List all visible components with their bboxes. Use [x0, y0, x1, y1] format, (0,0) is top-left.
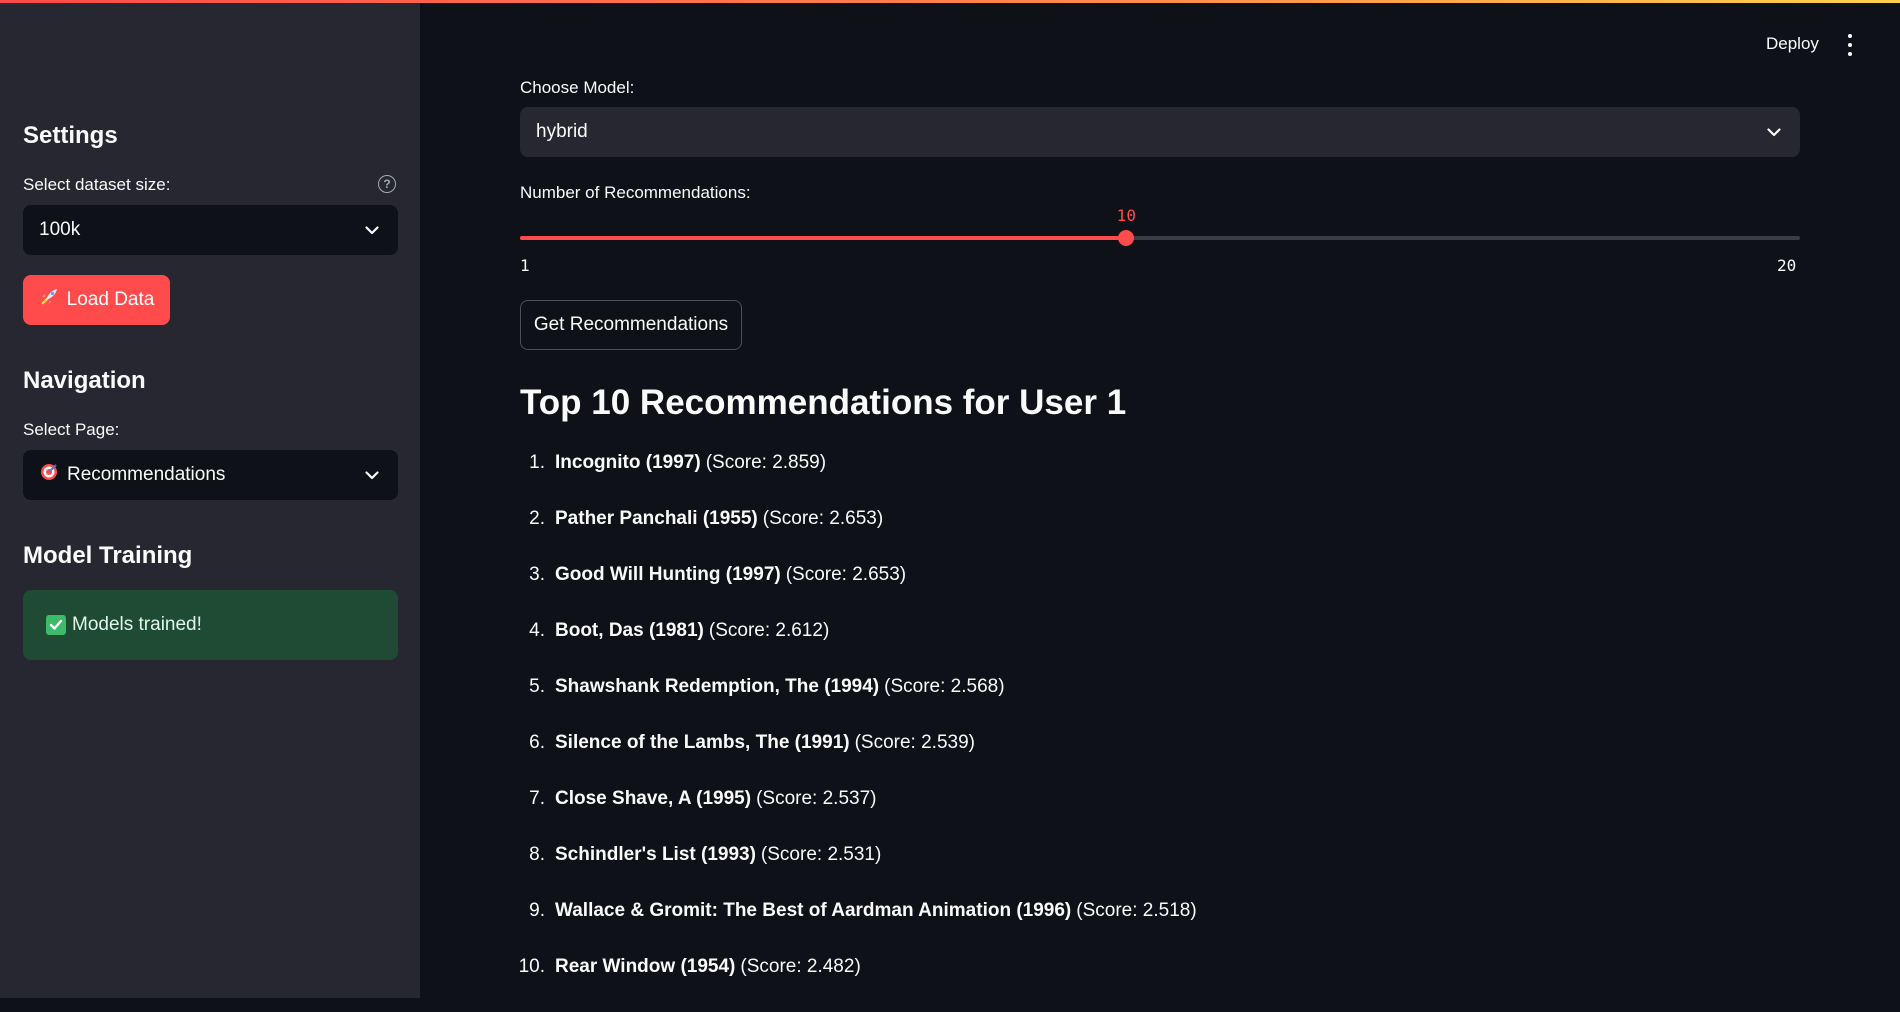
slider-min-label: 1 [520, 256, 530, 275]
model-training-heading: Model Training [23, 542, 193, 569]
list-item-number: 5. [529, 676, 545, 697]
movie-title: Close Shave, A (1995) [555, 788, 752, 809]
list-item: 6. Silence of the Lambs, The (1991) (Score… [510, 732, 1710, 788]
list-item-number: 3. [529, 564, 545, 585]
top-accent-bar [0, 0, 1900, 3]
recommendations-list: 1. Incognito (1997) (Score: 2.859) 2. Pather… [510, 452, 1710, 1012]
movie-score: (Score: 2.568) [884, 676, 1005, 697]
movie-score: (Score: 2.518) [1076, 900, 1197, 921]
list-item: 9. Wallace & Gromit: The Best of Aardman … [510, 900, 1710, 956]
movie-score: (Score: 2.531) [760, 844, 882, 865]
list-item: 5. Shawshank Redemption, The (1994) (Score… [510, 676, 1710, 732]
list-item: 3. Good Will Hunting (1997) (Score: 2.653) [510, 564, 1710, 620]
check-box-icon [46, 615, 66, 635]
chevron-down-icon [362, 220, 382, 240]
movie-score: (Score: 2.539) [854, 732, 975, 753]
choose-model-label: Choose Model: [520, 78, 635, 97]
list-item-number: 6. [529, 732, 545, 753]
slider-max-label: 20 [1777, 256, 1797, 275]
chevron-down-icon [1764, 122, 1784, 142]
list-item: 2. Pather Panchali (1955) (Score: 2.653) [510, 508, 1710, 564]
movie-title: Rear Window (1954) [555, 956, 736, 977]
list-item: 4. Boot, Das (1981) (Score: 2.612) [510, 620, 1710, 676]
movie-title: Silence of the Lambs, The (1991) [555, 732, 850, 753]
success-message: Models trained! [72, 614, 202, 635]
movie-score: (Score: 2.859) [705, 452, 827, 473]
list-item: 10. Rear Window (1954) (Score: 2.482) [510, 956, 1710, 1012]
results-title: Top 10 Recommendations for User 1 [520, 383, 1127, 422]
deploy-button[interactable]: Deploy [1766, 34, 1819, 54]
choose-model-select[interactable]: hybrid [520, 107, 1800, 157]
list-item: 7. Close Shave, A (1995) (Score: 2.537) [510, 788, 1710, 844]
movie-title: Pather Panchali (1955) [555, 508, 758, 529]
movie-score: (Score: 2.482) [740, 956, 861, 977]
slider-current-value: 10 [1116, 206, 1136, 225]
movie-title: Boot, Das (1981) [555, 620, 704, 641]
list-item-number: 7. [529, 788, 545, 809]
get-recommendations-button[interactable]: Get Recommendations [520, 300, 742, 350]
rocket-icon [39, 287, 59, 313]
sidebar: Settings Select dataset size: ? 100k Loa… [0, 0, 420, 998]
list-item-number: 2. [529, 508, 545, 529]
dart-target-icon [39, 462, 59, 488]
slider-fill [520, 236, 1127, 240]
settings-heading: Settings [23, 122, 118, 149]
list-item-number: 8. [529, 844, 545, 865]
num-recommendations-label: Number of Recommendations: [520, 183, 751, 202]
kebab-menu-icon[interactable] [1845, 34, 1855, 56]
list-item: 1. Incognito (1997) (Score: 2.859) [510, 452, 1710, 508]
movie-score: (Score: 2.612) [708, 620, 830, 641]
movie-score: (Score: 2.537) [756, 788, 877, 809]
dataset-size-select[interactable]: 100k [23, 205, 398, 255]
movie-title: Incognito (1997) [555, 452, 701, 473]
movie-title: Schindler's List (1993) [555, 844, 756, 865]
movie-score: (Score: 2.653) [785, 564, 907, 585]
select-page-label: Select Page: [23, 420, 120, 439]
question-circle-icon[interactable]: ? [378, 175, 396, 193]
list-item-number: 9. [529, 900, 545, 921]
choose-model-value: hybrid [536, 121, 588, 142]
movie-title: Wallace & Gromit: The Best of Aardman An… [555, 900, 1072, 921]
list-item-number: 10. [518, 956, 545, 977]
dataset-size-value: 100k [39, 219, 81, 240]
movie-score: (Score: 2.653) [762, 508, 884, 529]
movie-title: Good Will Hunting (1997) [555, 564, 781, 585]
recommendations-slider[interactable]: 10 [520, 206, 1800, 246]
list-item-number: 4. [529, 620, 545, 641]
select-page-value: Recommendations [67, 464, 226, 485]
select-page-dropdown[interactable]: Recommendations [23, 450, 398, 500]
success-alert: Models trained! [23, 590, 398, 660]
list-item: 8. Schindler's List (1993) (Score: 2.531) [510, 844, 1710, 900]
movie-title: Shawshank Redemption, The (1994) [555, 676, 880, 697]
dataset-size-label: Select dataset size: [23, 175, 171, 194]
load-data-button[interactable]: Load Data [23, 275, 170, 325]
navigation-heading: Navigation [23, 367, 146, 394]
load-data-label: Load Data [66, 289, 155, 310]
chevron-down-icon [362, 465, 382, 485]
list-item-number: 1. [529, 452, 545, 473]
